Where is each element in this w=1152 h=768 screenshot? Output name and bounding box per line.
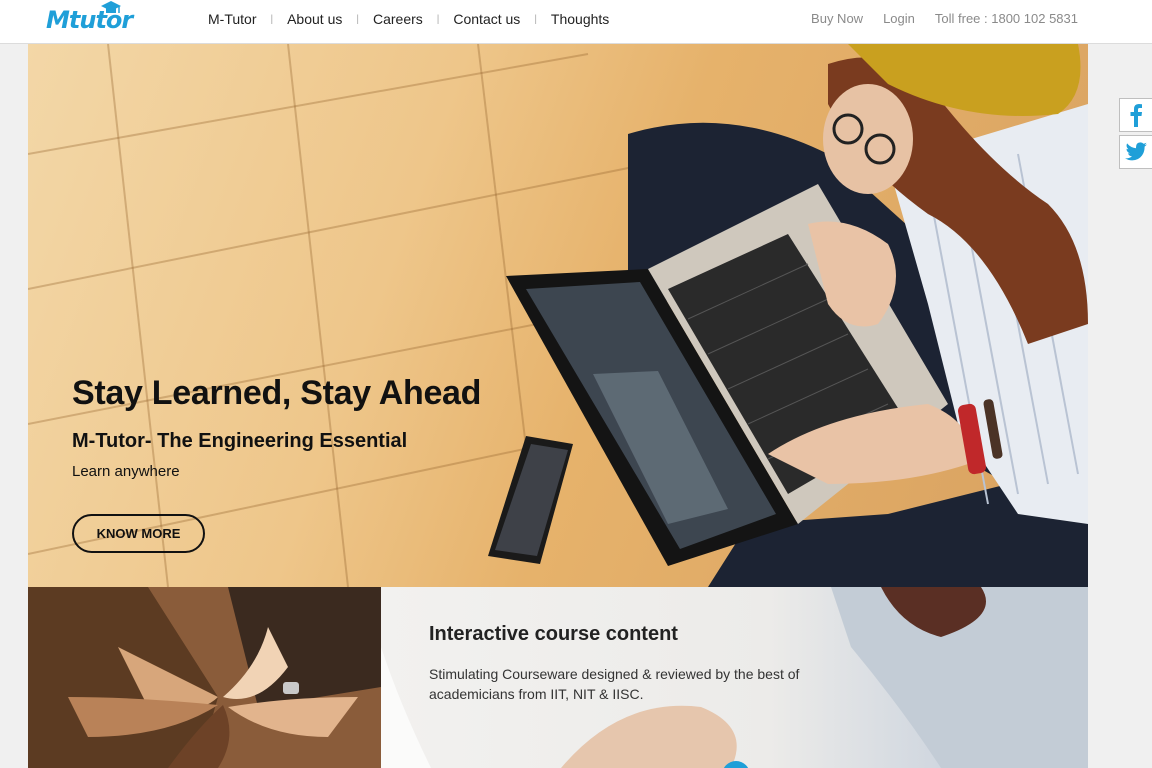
nav-thoughts[interactable]: Thoughts [551,11,609,27]
nav-separator: | [356,13,359,25]
facebook-icon [1130,104,1142,127]
course-feature-title: Interactive course content [429,623,678,645]
nav-contact-us[interactable]: Contact us [453,11,520,27]
twitter-share-button[interactable] [1119,135,1152,169]
nav-m-tutor[interactable]: M-Tutor [208,11,256,27]
teamwork-hands-image [28,587,381,768]
hero-tagline: Learn anywhere [72,463,180,480]
main-nav: M-Tutor | About us | Careers | Contact u… [208,11,609,27]
teamwork-hands-illustration [28,587,381,768]
twitter-icon [1125,142,1147,161]
account-nav: Buy Now Login Toll free : 1800 102 5831 [791,11,1078,26]
graduation-cap-icon [101,1,121,13]
nav-separator: | [436,13,440,25]
login-link[interactable]: Login [883,11,915,26]
course-feature-panel: Interactive course content Stimulating C… [381,587,1088,768]
facebook-share-button[interactable] [1119,98,1152,132]
hero-subtitle: M-Tutor- The Engineering Essential [72,430,408,452]
nav-about-us[interactable]: About us [287,11,342,27]
nav-separator: | [534,13,537,25]
nav-separator: | [270,13,274,25]
toll-free-number: Toll free : 1800 102 5831 [934,11,1078,26]
know-more-button[interactable]: KNOW MORE [72,514,205,553]
buy-now-link[interactable]: Buy Now [811,11,863,26]
hero-background-image [28,44,1088,587]
site-header: Mtutor M-Tutor | About us | Careers | Co… [0,0,1152,44]
mtutor-logo[interactable]: Mtutor [44,0,133,40]
course-feature-description: Stimulating Courseware designed & review… [429,666,800,702]
hero-title: Stay Learned, Stay Ahead [72,374,482,412]
hero-banner: Stay Learned, Stay Ahead M-Tutor- The En… [28,44,1088,587]
nav-careers[interactable]: Careers [373,11,423,27]
